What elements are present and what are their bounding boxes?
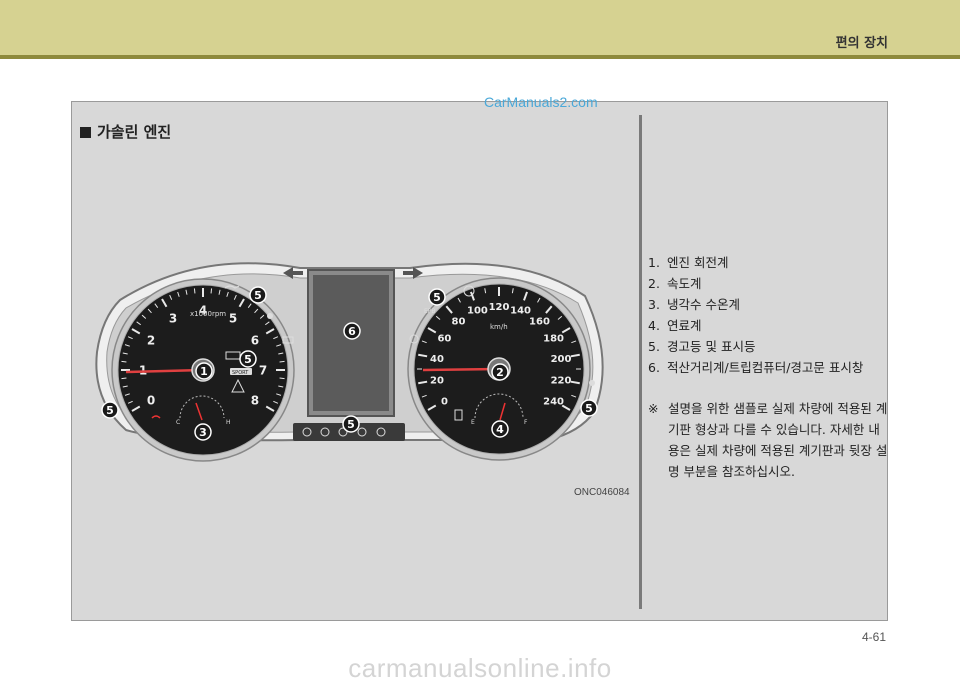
speed-number: 100 [467, 306, 488, 317]
callout-number: 4 [496, 423, 504, 436]
fuel-full-label: F [524, 419, 528, 426]
column-divider [639, 115, 642, 609]
tach-number: 6 [251, 334, 259, 348]
tach-tick [121, 377, 127, 380]
speed-number: 0 [441, 396, 448, 407]
legend-list: 1. 엔진 회전계 2. 속도계 3. 냉각수 수온계 4. 연료계 5. 경고등 및 표… [648, 252, 863, 378]
legend-number: 3. [648, 297, 660, 312]
speed-number: 200 [551, 354, 572, 365]
tach-tick [279, 360, 285, 363]
legend-item: 1. 엔진 회전계 [648, 252, 863, 273]
temp-hot-label: H [226, 419, 231, 426]
tach-tick [193, 288, 196, 294]
speed-number: 80 [452, 317, 466, 328]
sport-label: SPORT [232, 370, 249, 376]
tach-tick [279, 377, 285, 380]
watermark-bottom[interactable]: carmanualsonline.info [0, 653, 960, 684]
tach-number: 2 [147, 334, 155, 348]
tach-number: 7 [259, 364, 267, 378]
temp-cold-label: C [176, 419, 180, 426]
tach-number: 0 [147, 394, 155, 408]
callout-number: 5 [254, 289, 262, 302]
callout-number: 5 [106, 404, 114, 417]
legend-label: 연료계 [667, 318, 702, 333]
speed-number: 40 [430, 354, 444, 365]
legend-item: 2. 속도계 [648, 273, 863, 294]
legend-number: 2. [648, 276, 660, 291]
page-number: 4-61 [861, 630, 886, 644]
callout-number: 5 [585, 402, 593, 415]
tach-number: 8 [251, 394, 259, 408]
speed-number: 180 [543, 333, 564, 344]
speed-number: 160 [529, 317, 550, 328]
callout-number: 3 [199, 426, 207, 439]
note-text: 설명을 위한 샘플로 실제 차량에 적용된 계기판 형상과 다를 수 있습니다.… [668, 401, 888, 479]
callout-number: 1 [200, 365, 208, 378]
callout-number: 5 [347, 418, 355, 431]
legend-number: 6. [648, 360, 660, 375]
tach-number: 3 [169, 312, 177, 326]
callout-number: 5 [244, 353, 252, 366]
figure-code: ONC046084 [574, 487, 630, 498]
speed-number: 20 [430, 376, 444, 387]
legend-number: 1. [648, 255, 660, 270]
speed-unit-label: km/h [490, 323, 508, 331]
airbag-icon [589, 380, 595, 386]
speed-number: 220 [551, 376, 572, 387]
speed-number: 60 [437, 333, 451, 344]
epb-label: EPB [424, 308, 436, 315]
legend-label: 경고등 및 표시등 [667, 339, 756, 354]
legend-number: 4. [648, 318, 660, 333]
tach-scale-label: x1000rpm [190, 310, 226, 318]
speed-number: 120 [489, 302, 510, 313]
legend-label: 엔진 회전계 [667, 255, 729, 270]
legend-number: 5. [648, 339, 660, 354]
reference-mark-icon: ※ [648, 401, 659, 416]
callout-number: 6 [348, 325, 356, 338]
legend-item: 6. 적산거리계/트립컴퓨터/경고문 표시창 [648, 357, 863, 378]
tach-tick [121, 360, 127, 363]
tach-number: 5 [229, 312, 237, 326]
tach-tick [210, 288, 213, 294]
legend-item: 4. 연료계 [648, 315, 863, 336]
speed-number: 240 [543, 396, 564, 407]
fuel-empty-label: E [471, 419, 475, 426]
legend-label: 적산거리계/트립컴퓨터/경고문 표시창 [667, 360, 864, 375]
speed-number: 140 [510, 306, 531, 317]
seatbelt-icon [267, 313, 273, 319]
callout-number: 2 [496, 366, 504, 379]
legend-label: 속도계 [667, 276, 702, 291]
callout-number: 5 [433, 291, 441, 304]
legend-item: 5. 경고등 및 표시등 [648, 336, 863, 357]
legend-item: 3. 냉각수 수온계 [648, 294, 863, 315]
legend-label: 냉각수 수온계 [667, 297, 740, 312]
